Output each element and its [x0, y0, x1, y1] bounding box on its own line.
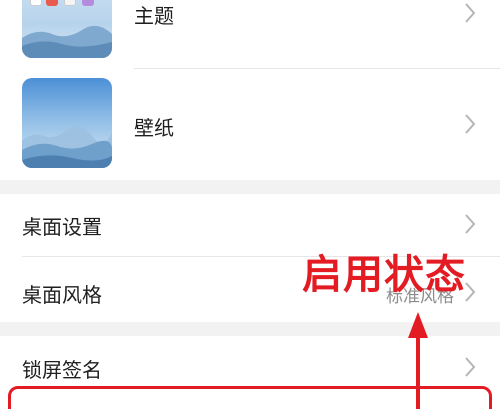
app-icon: [82, 0, 94, 6]
annotation-arrow-icon: [408, 312, 428, 409]
divider: [134, 68, 500, 69]
theme-row[interactable]: 主题: [0, 0, 500, 62]
section-gap: [0, 180, 500, 194]
app-icon: [64, 0, 76, 6]
desktop-settings-label: 桌面设置: [22, 215, 102, 239]
wallpaper-thumbnail: [22, 78, 112, 168]
wallpaper-row[interactable]: 壁纸: [0, 70, 500, 178]
lock-signature-label: 锁屏签名: [22, 358, 102, 382]
app-icon: [30, 0, 42, 6]
theme-thumbnail: [22, 0, 112, 58]
desktop-style-label: 桌面风格: [22, 283, 102, 307]
chevron-right-icon: [464, 213, 476, 235]
wallpaper-label: 壁纸: [134, 116, 174, 140]
app-icon: [46, 0, 58, 6]
chevron-right-icon: [464, 2, 476, 24]
theme-label: 主题: [134, 4, 174, 28]
chevron-right-icon: [464, 356, 476, 378]
annotation-label: 启用状态: [302, 252, 466, 298]
chevron-right-icon: [464, 113, 476, 135]
